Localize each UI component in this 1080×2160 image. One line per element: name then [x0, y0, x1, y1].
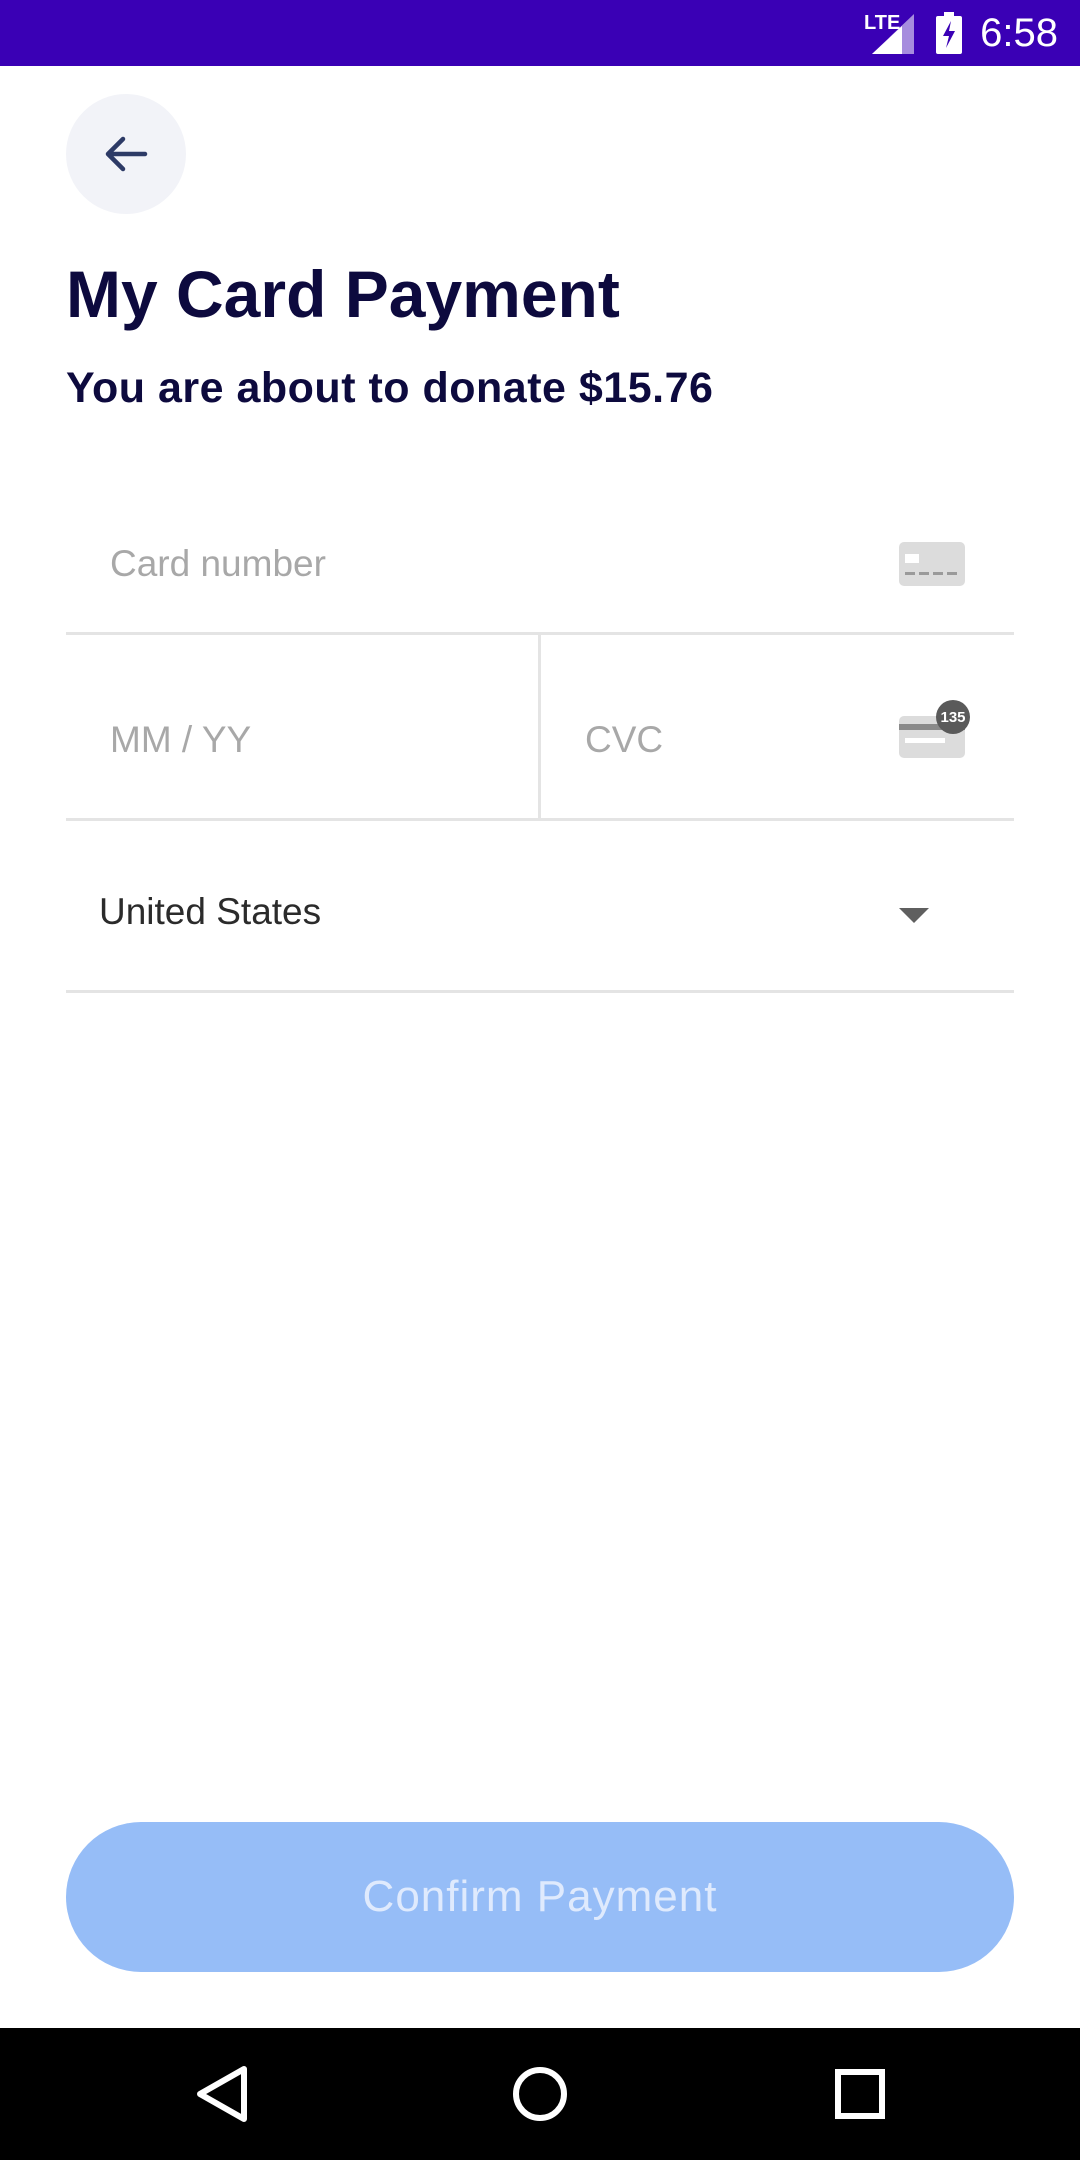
- page-title: My Card Payment: [66, 257, 620, 331]
- country-select[interactable]: United States: [66, 842, 1014, 990]
- cvc-badge-text: 135: [940, 708, 966, 726]
- card-brand-icon: [899, 542, 965, 586]
- confirm-payment-button[interactable]: Confirm Payment: [66, 1822, 1014, 1972]
- chevron-down-icon: [899, 908, 929, 923]
- back-button[interactable]: [66, 94, 186, 214]
- arrow-left-icon: [105, 136, 148, 172]
- divider: [538, 634, 541, 818]
- card-number-field[interactable]: Card number: [66, 500, 1014, 632]
- clock: 6:58: [980, 11, 1058, 55]
- nav-home-button[interactable]: [504, 2058, 576, 2130]
- signal-icon: [872, 14, 914, 54]
- donation-amount-text: You are about to donate $15.76: [66, 364, 714, 412]
- nav-back-button[interactable]: [186, 2058, 258, 2130]
- country-value: United States: [99, 891, 322, 932]
- battery-charging-icon: [936, 12, 962, 54]
- cvc-field[interactable]: CVC 135: [542, 634, 1014, 818]
- cvc-placeholder: CVC: [585, 719, 664, 760]
- back-triangle-icon: [197, 2066, 247, 2122]
- divider: [66, 990, 1014, 993]
- expiry-date-field[interactable]: MM / YY: [66, 634, 538, 818]
- home-circle-icon: [513, 2067, 567, 2121]
- expiry-placeholder: MM / YY: [110, 719, 252, 760]
- confirm-payment-label: Confirm Payment: [362, 1872, 718, 1921]
- cvc-badge: 135: [936, 700, 970, 734]
- status-bar: LTE 6:58: [0, 0, 1080, 66]
- system-nav-bar: [0, 2028, 1080, 2160]
- recents-square-icon: [835, 2069, 885, 2119]
- nav-recents-button[interactable]: [824, 2058, 896, 2130]
- card-number-placeholder: Card number: [110, 543, 326, 584]
- divider: [66, 818, 1014, 821]
